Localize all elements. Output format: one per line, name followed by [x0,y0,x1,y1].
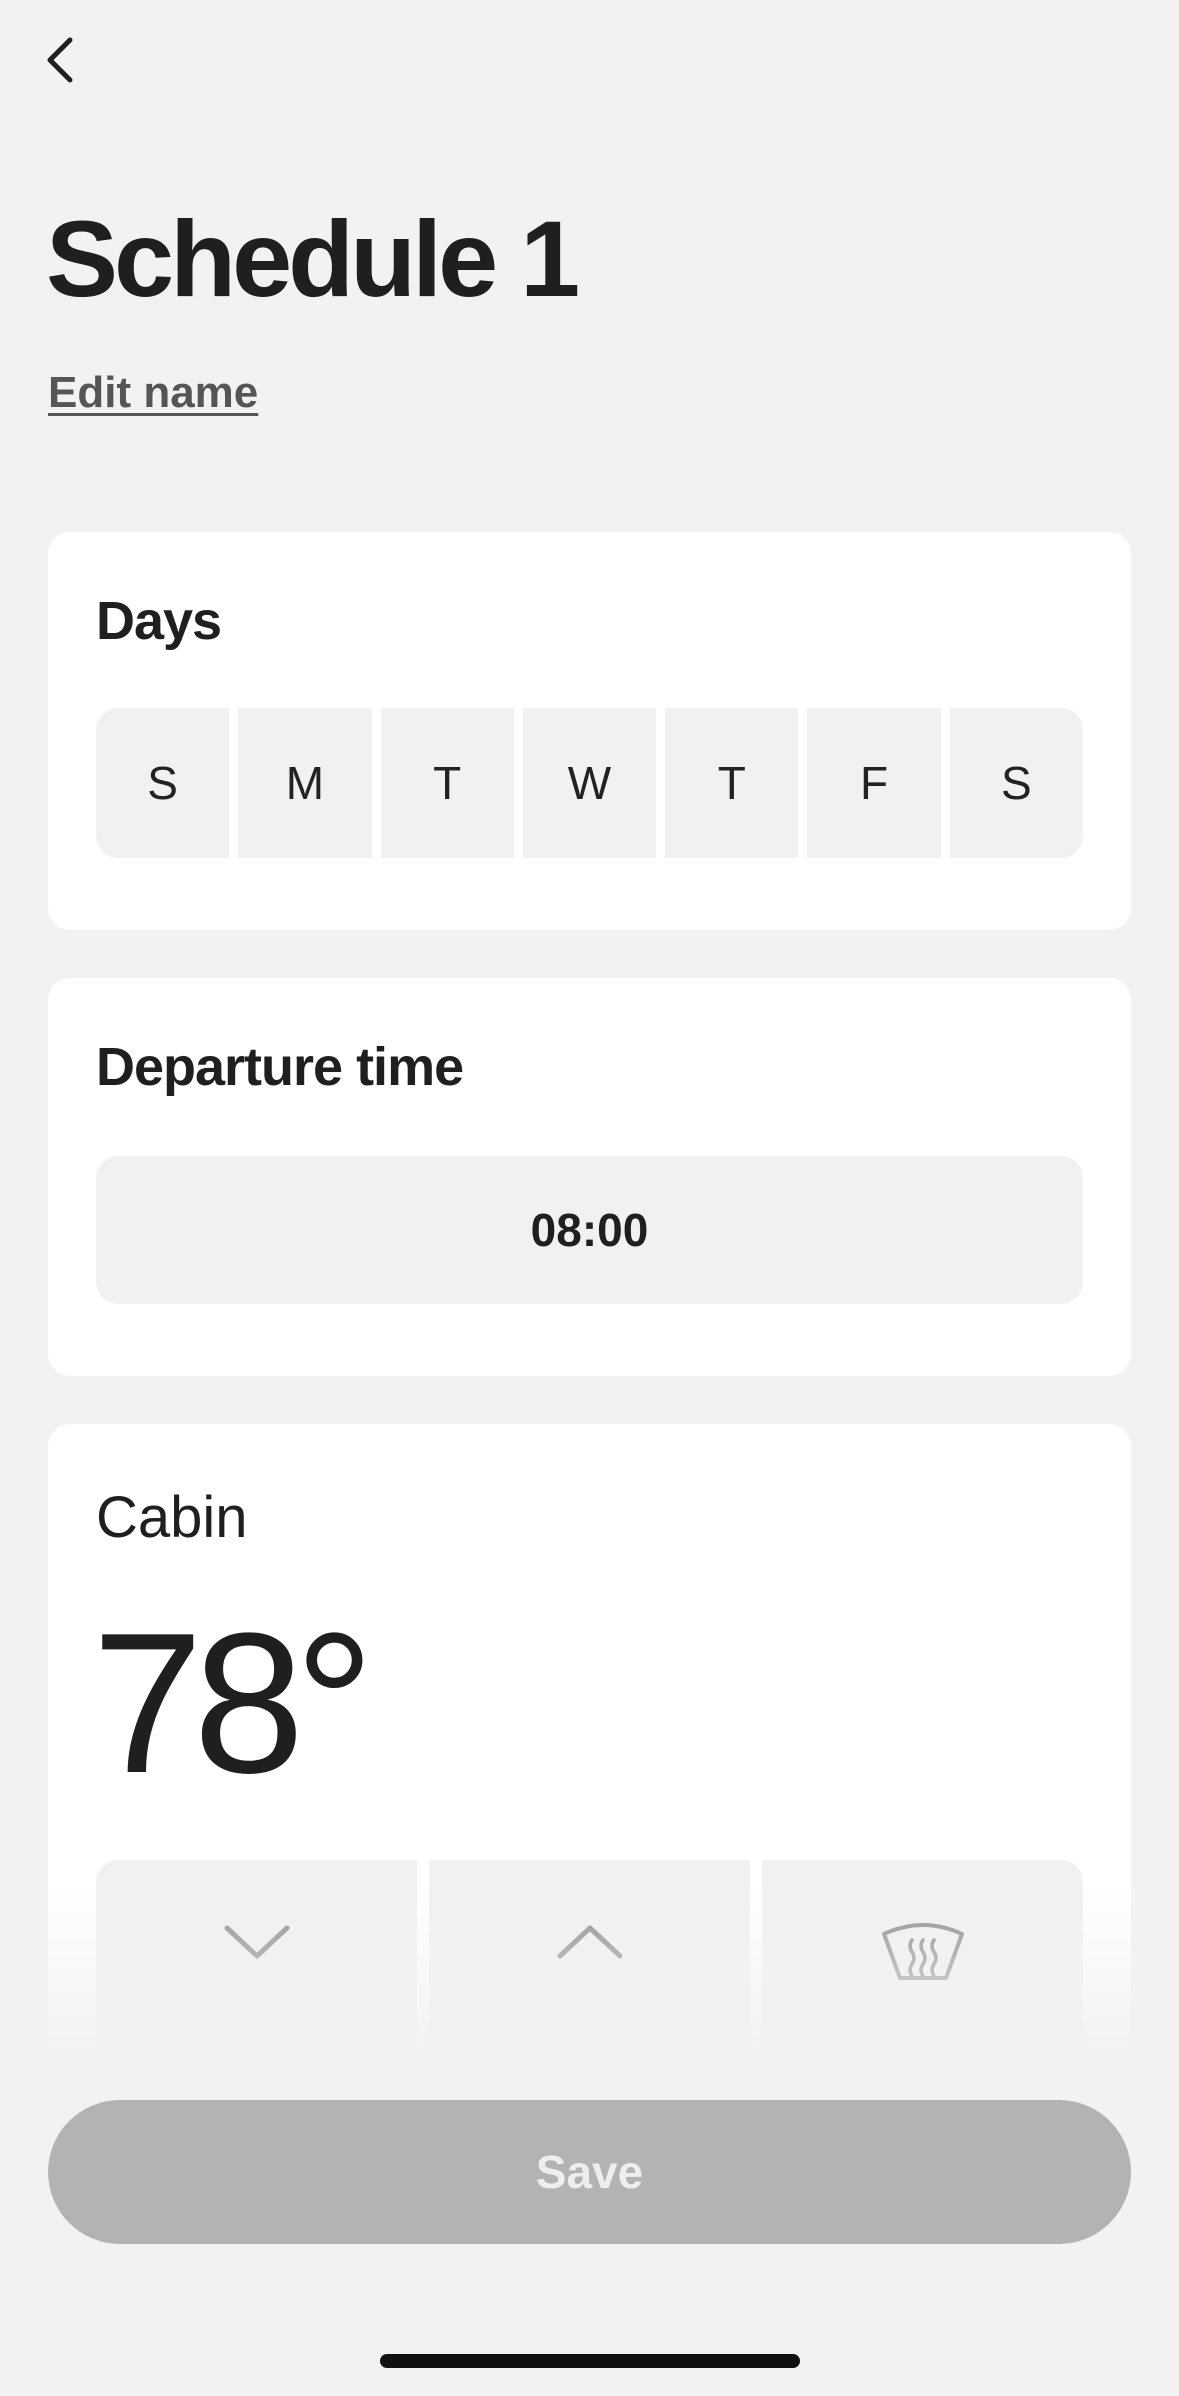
chevron-down-icon [224,1925,289,1959]
day-wednesday[interactable]: W [522,708,657,858]
day-monday[interactable]: M [238,708,372,858]
save-button[interactable]: Save [48,2100,1131,2244]
page-title: Schedule 1 [46,198,580,319]
chevron-up-icon [557,1925,622,1959]
departure-time-heading: Departure time [96,1037,464,1097]
cabin-controls [96,1860,1083,2064]
day-tuesday[interactable]: T [380,708,514,858]
cabin-card: Cabin 78° [48,1424,1131,2064]
home-indicator [380,2354,800,2368]
departure-time-card: Departure time 08:00 [48,978,1131,1376]
defrost-button[interactable] [762,1860,1083,2064]
day-saturday[interactable]: S [949,708,1083,858]
cabin-label: Cabin [96,1485,248,1550]
back-button[interactable] [30,30,90,90]
windshield-defrost-icon [881,1923,964,1980]
temperature-up-button[interactable] [429,1860,750,2064]
cabin-temperature: 78° [92,1592,374,1815]
schedule-screen: Schedule 1 Edit name Days S M T W T F S … [0,0,1179,2396]
days-heading: Days [96,591,222,651]
day-friday[interactable]: F [807,708,941,858]
days-card: Days S M T W T F S [48,532,1131,930]
departure-time-field[interactable]: 08:00 [96,1156,1083,1304]
day-selector: S M T W T F S [96,708,1083,858]
chevron-left-icon [47,37,73,83]
day-thursday[interactable]: T [665,708,799,858]
day-sunday[interactable]: S [96,708,230,858]
edit-name-link[interactable]: Edit name [48,368,258,418]
temperature-down-button[interactable] [96,1860,417,2064]
